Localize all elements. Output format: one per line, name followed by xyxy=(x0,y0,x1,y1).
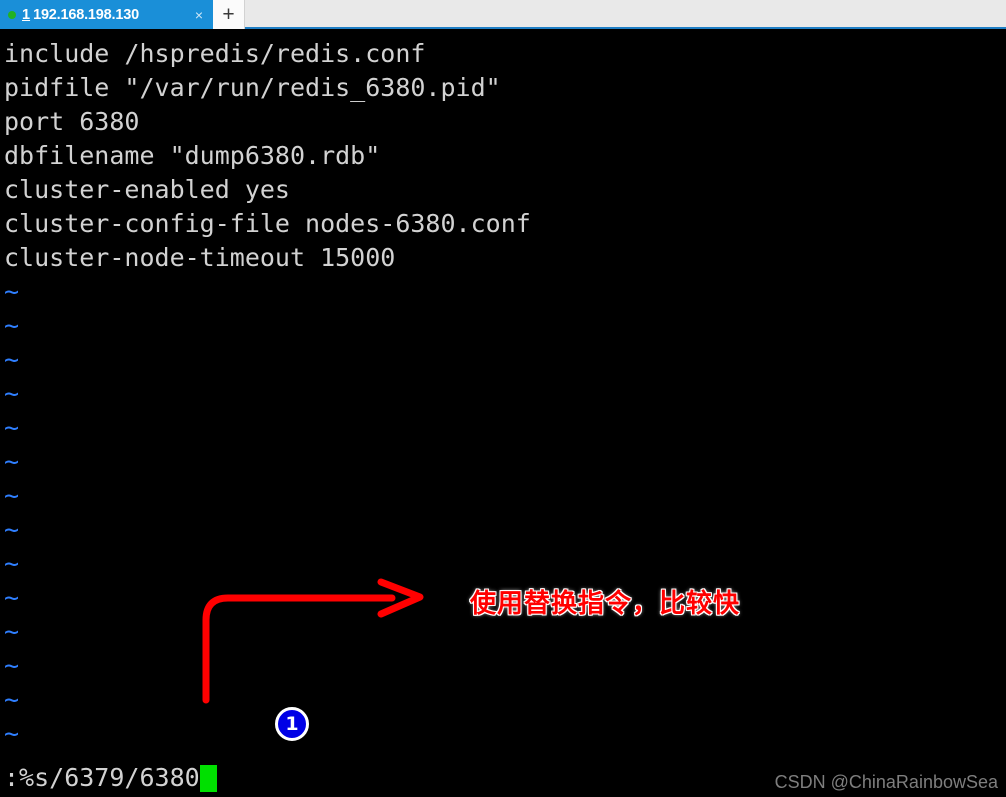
terminal-line-1: include /hspredis/redis.conf xyxy=(4,39,426,68)
empty-line-marker: ~ xyxy=(4,719,20,748)
terminal-line-6: cluster-config-file nodes-6380.conf xyxy=(4,209,531,238)
connection-status-dot xyxy=(8,10,16,19)
empty-line-marker: ~ xyxy=(4,345,20,374)
empty-line-marker: ~ xyxy=(4,549,20,578)
empty-line-marker: ~ xyxy=(4,617,20,646)
tab-title-label: 192.168.198.130 xyxy=(33,6,139,23)
plus-icon: + xyxy=(222,3,235,26)
terminal-line-5: cluster-enabled yes xyxy=(4,175,290,204)
vim-command-text: :%s/6379/6380 xyxy=(4,763,200,792)
empty-line-marker: ~ xyxy=(4,481,20,510)
terminal-line-3: port 6380 xyxy=(4,107,140,136)
tab-bar-empty-area xyxy=(245,0,1006,27)
empty-line-marker: ~ xyxy=(4,515,20,544)
empty-line-marker: ~ xyxy=(4,413,20,442)
vim-command-line[interactable]: :%s/6379/6380 xyxy=(4,761,217,795)
empty-line-marker: ~ xyxy=(4,651,20,680)
watermark-label: CSDN @ChinaRainbowSea xyxy=(774,772,998,792)
tab-index-label: 1 xyxy=(22,6,31,23)
terminal-line-7: cluster-node-timeout 15000 xyxy=(4,243,396,272)
terminal-line-4: dbfilename "dump6380.rdb" xyxy=(4,141,381,170)
empty-line-marker: ~ xyxy=(4,447,20,476)
annotation-note: 使用替换指令，比较快 xyxy=(470,589,741,619)
empty-line-marker: ~ xyxy=(4,685,20,714)
close-icon[interactable]: × xyxy=(195,8,203,22)
empty-line-marker: ~ xyxy=(4,583,20,612)
terminal-tab-1[interactable]: 1 192.168.198.130 × xyxy=(0,0,213,29)
text-cursor xyxy=(199,764,217,792)
empty-line-marker: ~ xyxy=(4,379,20,408)
new-tab-button[interactable]: + xyxy=(213,0,245,29)
step-badge-1: 1 xyxy=(275,707,309,741)
empty-line-marker: ~ xyxy=(4,277,20,306)
tab-bar: 1 192.168.198.130 × + xyxy=(0,0,1006,29)
empty-line-marker: ~ xyxy=(4,311,20,340)
terminal-screen[interactable]: include /hspredis/redis.conf pidfile "/va… xyxy=(0,29,1006,797)
terminal-line-2: pidfile "/var/run/redis_6380.pid" xyxy=(4,73,501,102)
